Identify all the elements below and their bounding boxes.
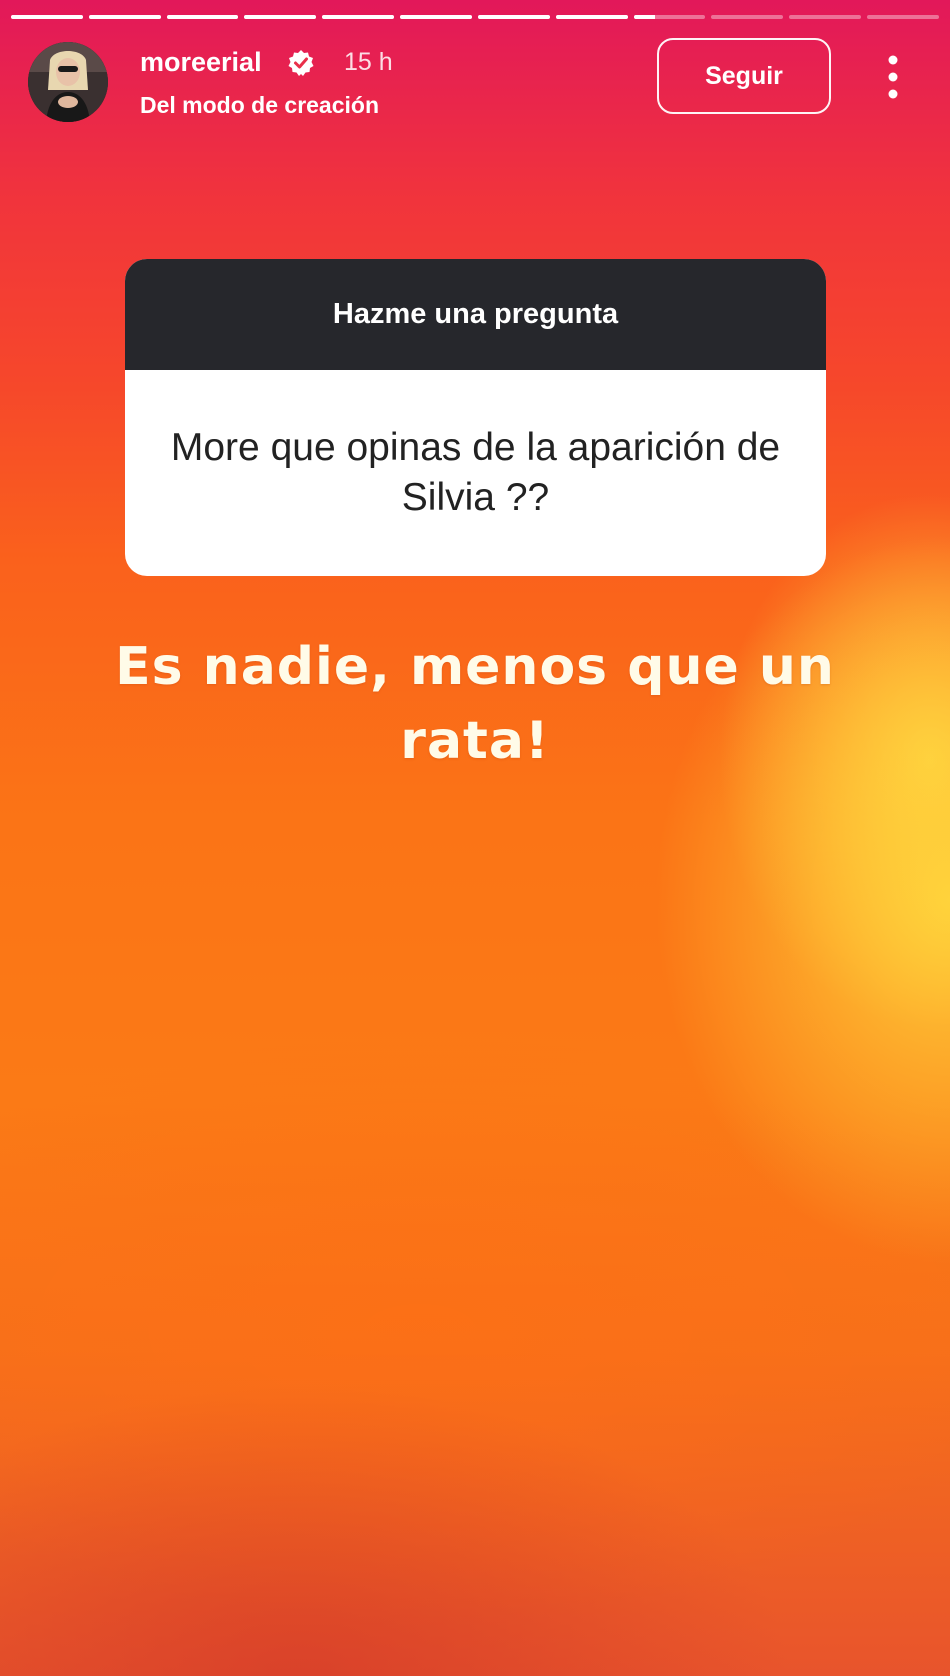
story-progress-segment: [555, 15, 628, 19]
story-progress-segment: [166, 15, 239, 19]
avatar[interactable]: [28, 42, 108, 122]
follow-button[interactable]: Seguir: [657, 38, 831, 114]
story-progress-segment: [789, 15, 862, 19]
story-progress-segment: [11, 15, 83, 19]
answer-text: Es nadie, menos que un rata!: [115, 637, 835, 771]
question-text: More que opinas de la aparición de Silvi…: [170, 426, 781, 519]
post-time: 15 h: [344, 48, 393, 76]
story-progress-segment: [633, 15, 706, 19]
question-sticker-title: Hazme una pregunta: [125, 259, 826, 370]
story-progress-fill: [244, 15, 317, 19]
profile-photo: [28, 42, 108, 122]
story-progress-fill: [633, 15, 656, 19]
story-progress-fill: [477, 15, 550, 19]
story-progress-fill: [400, 15, 472, 19]
story-progress-segment: [400, 15, 472, 19]
story-progress-segment: [244, 15, 317, 19]
story-subtitle: Del modo de creación: [140, 92, 380, 118]
story-progress-fill: [166, 15, 239, 19]
story-progress-fill: [555, 15, 628, 19]
verified-badge-icon: [287, 49, 315, 77]
story-progress-fill: [11, 15, 83, 19]
story-header: moreerial 15 h Del modo de creación Segu…: [28, 38, 922, 124]
story-progress-segment: [477, 15, 550, 19]
story-progress-fill: [88, 15, 161, 19]
more-vertical-icon[interactable]: [878, 52, 908, 102]
story-progress-fill: [322, 15, 395, 19]
story-progress-segment: [88, 15, 161, 19]
username[interactable]: moreerial: [140, 45, 262, 79]
story-progress-segment: [867, 15, 939, 19]
question-sticker[interactable]: Hazme una pregunta More que opinas de la…: [125, 259, 826, 576]
story-progress-segment: [711, 15, 784, 19]
story-progress-bar: [11, 15, 939, 19]
story-progress-segment: [322, 15, 395, 19]
